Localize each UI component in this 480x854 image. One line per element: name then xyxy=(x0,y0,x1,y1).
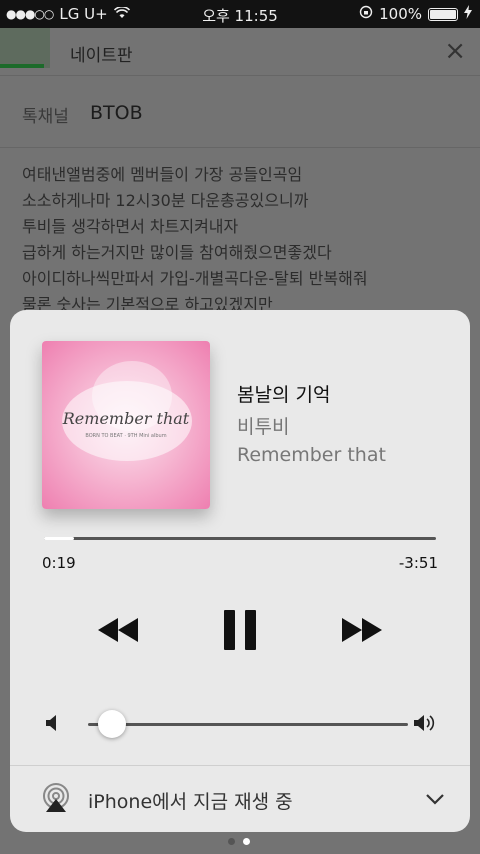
airplay-icon xyxy=(40,783,72,817)
volume-low-icon xyxy=(46,714,60,736)
app-title: 네이트판 xyxy=(70,46,133,66)
fast-forward-icon xyxy=(342,618,382,642)
channel-value: BTOB xyxy=(90,102,143,124)
post-line: 아이디하나씩만파서 가입-개별곡다운-탈퇴 반복해줘 xyxy=(22,269,368,288)
post-line: 여태낸앨범중에 멤버들이 가장 공들인곡임 xyxy=(22,165,303,184)
page-dot[interactable] xyxy=(243,838,250,845)
chevron-down-icon[interactable] xyxy=(426,790,444,809)
close-icon[interactable]: × xyxy=(444,36,466,66)
app-tab-thumbnail xyxy=(0,28,50,68)
volume-high-icon xyxy=(414,713,438,737)
post-line: 소소하게나마 12시30분 다운총공있으니까 xyxy=(22,191,309,210)
artwork-subtitle-text: BORN TO BEAT · 9TH Mini album xyxy=(85,433,167,439)
playback-scrubber[interactable] xyxy=(44,537,436,540)
pause-button[interactable] xyxy=(218,610,262,650)
channel-field: 톡채널 BTOB xyxy=(0,76,480,148)
song-title: 봄날의 기억 xyxy=(237,384,331,406)
post-body: 여태낸앨범중에 멤버들이 가장 공들인곡임 소소하게나마 12시30분 다운총공… xyxy=(0,148,480,332)
volume-slider[interactable] xyxy=(88,723,408,726)
app-topbar: 네이트판 × xyxy=(0,28,480,76)
page-dot[interactable] xyxy=(228,838,235,845)
post-line: 투비들 생각하면서 차트지켜내자 xyxy=(22,217,239,236)
audio-route-bar[interactable]: iPhone에서 지금 재생 중 xyxy=(10,765,470,832)
artist-name: 비투비 xyxy=(237,416,290,438)
status-bar: ●●●○○ LG U+ 오후 11:55 100% xyxy=(0,0,480,28)
fast-forward-button[interactable] xyxy=(338,610,386,650)
volume-slider-knob[interactable] xyxy=(98,710,126,738)
channel-label: 톡채널 xyxy=(22,107,69,127)
artwork-title-text: Remember that xyxy=(62,409,190,428)
battery-icon xyxy=(428,7,458,21)
remaining-time: -3:51 xyxy=(398,554,438,572)
album-name: Remember that xyxy=(237,444,386,466)
charging-bolt-icon xyxy=(464,5,472,23)
rewind-button[interactable] xyxy=(94,610,142,650)
rewind-icon xyxy=(98,618,138,642)
rotation-lock-icon xyxy=(359,5,373,23)
battery-percent: 100% xyxy=(379,5,422,23)
now-playing-card: Remember that BORN TO BEAT · 9TH Mini al… xyxy=(10,310,470,832)
elapsed-time: 0:19 xyxy=(42,554,76,572)
pause-icon xyxy=(224,610,256,650)
playback-progress-fill xyxy=(44,537,74,540)
audio-route-label: iPhone에서 지금 재생 중 xyxy=(88,791,293,813)
album-artwork: Remember that BORN TO BEAT · 9TH Mini al… xyxy=(42,341,210,509)
page-indicator xyxy=(228,838,250,845)
post-line: 급하게 하는거지만 많이들 참여해줬으면좋겠다 xyxy=(22,243,332,262)
